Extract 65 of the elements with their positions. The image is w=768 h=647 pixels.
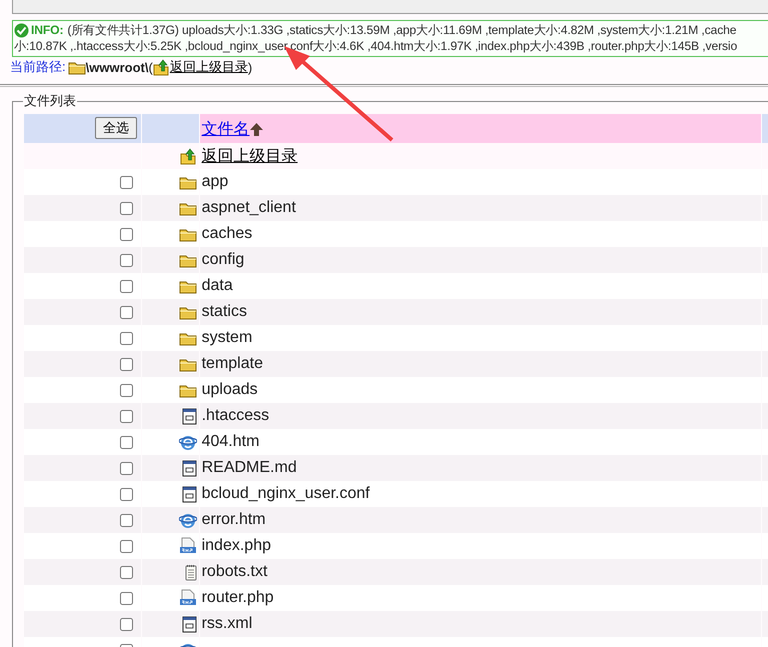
up-folder-icon bbox=[180, 148, 197, 164]
folder-icon bbox=[178, 356, 197, 372]
row-checkbox[interactable] bbox=[120, 436, 134, 448]
code-file-icon bbox=[182, 408, 197, 424]
folder-icon bbox=[178, 278, 197, 294]
info-text: (所有文件共计1.37G) uploads大小:1.33G ,statics大小:13.59M ,app大小:11.69M ,template大小:4.82M ,system大小:1.21M ,cache bbox=[67, 22, 736, 38]
folder-icon bbox=[178, 200, 197, 216]
up-folder-icon bbox=[152, 58, 170, 76]
current-path: \wwwroot\ bbox=[86, 60, 148, 74]
row-checkbox[interactable] bbox=[120, 280, 134, 292]
select-all-button[interactable]: 全选 bbox=[95, 117, 138, 139]
file-name[interactable]: bcloud_nginx_user.conf bbox=[202, 485, 370, 502]
folder-name[interactable]: template bbox=[202, 355, 263, 372]
row-checkbox[interactable] bbox=[120, 358, 134, 370]
file-list-legend: 文件列表 bbox=[23, 92, 77, 110]
row-checkbox[interactable] bbox=[120, 592, 134, 604]
folder-name[interactable]: app bbox=[202, 173, 228, 190]
folder-icon bbox=[178, 226, 197, 242]
file-name[interactable]: rss.xml bbox=[202, 615, 252, 632]
file-name[interactable]: index.php bbox=[202, 537, 271, 554]
file-name[interactable]: robots.txt bbox=[202, 563, 268, 580]
file-name[interactable]: router.php bbox=[202, 589, 274, 606]
row-checkbox[interactable] bbox=[120, 176, 134, 188]
row-checkbox[interactable] bbox=[120, 228, 134, 240]
folder-name[interactable]: data bbox=[202, 277, 233, 294]
path-label: 当前路径: bbox=[10, 58, 66, 76]
folder-icon bbox=[178, 174, 197, 190]
folder-icon bbox=[178, 382, 197, 398]
parenthesis: ) bbox=[248, 60, 252, 74]
folder-icon bbox=[178, 252, 197, 268]
row-checkbox[interactable] bbox=[120, 488, 134, 500]
info-label: INFO: bbox=[31, 23, 64, 37]
folder-name[interactable]: uploads bbox=[202, 381, 258, 398]
row-checkbox[interactable] bbox=[120, 254, 134, 266]
file-name[interactable]: README.md bbox=[202, 459, 297, 476]
row-checkbox[interactable] bbox=[120, 514, 134, 526]
row-checkbox[interactable] bbox=[120, 202, 134, 214]
folder-icon bbox=[178, 330, 197, 346]
parenthesis: ( bbox=[148, 60, 153, 74]
code-file-icon bbox=[182, 616, 197, 632]
file-name[interactable]: error.htm bbox=[202, 511, 266, 528]
folder-name[interactable]: aspnet_client bbox=[202, 199, 296, 216]
file-name[interactable]: 404.htm bbox=[202, 433, 260, 450]
row-checkbox[interactable] bbox=[120, 332, 134, 344]
folder-name[interactable]: system bbox=[202, 329, 252, 346]
parent-directory-link[interactable]: 返回上级目录 bbox=[170, 58, 248, 76]
row-checkbox[interactable] bbox=[120, 462, 134, 474]
folder-name[interactable]: config bbox=[202, 251, 244, 268]
folder-icon bbox=[68, 60, 86, 74]
row-checkbox[interactable] bbox=[120, 384, 134, 396]
file-name[interactable]: .htaccess bbox=[202, 407, 270, 424]
sort-up-icon bbox=[250, 123, 263, 136]
folder-icon bbox=[178, 304, 197, 320]
folder-name[interactable]: caches bbox=[202, 225, 252, 242]
row-checkbox[interactable] bbox=[120, 540, 134, 552]
file-name-column-link[interactable]: 文件名 bbox=[202, 121, 250, 138]
web-page-icon bbox=[178, 512, 197, 528]
row-checkbox[interactable] bbox=[120, 306, 134, 318]
code-file-icon bbox=[182, 460, 197, 476]
row-checkbox[interactable] bbox=[120, 618, 134, 630]
parent-directory-link[interactable]: 返回上级目录 bbox=[202, 148, 298, 164]
info-text: 小:10.87K ,.htaccess大小:5.25K ,bcloud_nginx_user.conf大小:4.6K ,404.htm大小:1.97K ,index.php大小:439B ,router.php大小:145B ,versio bbox=[14, 38, 738, 54]
row-checkbox[interactable] bbox=[120, 410, 134, 422]
folder-name[interactable]: statics bbox=[202, 303, 247, 320]
row-checkbox[interactable] bbox=[120, 566, 134, 578]
